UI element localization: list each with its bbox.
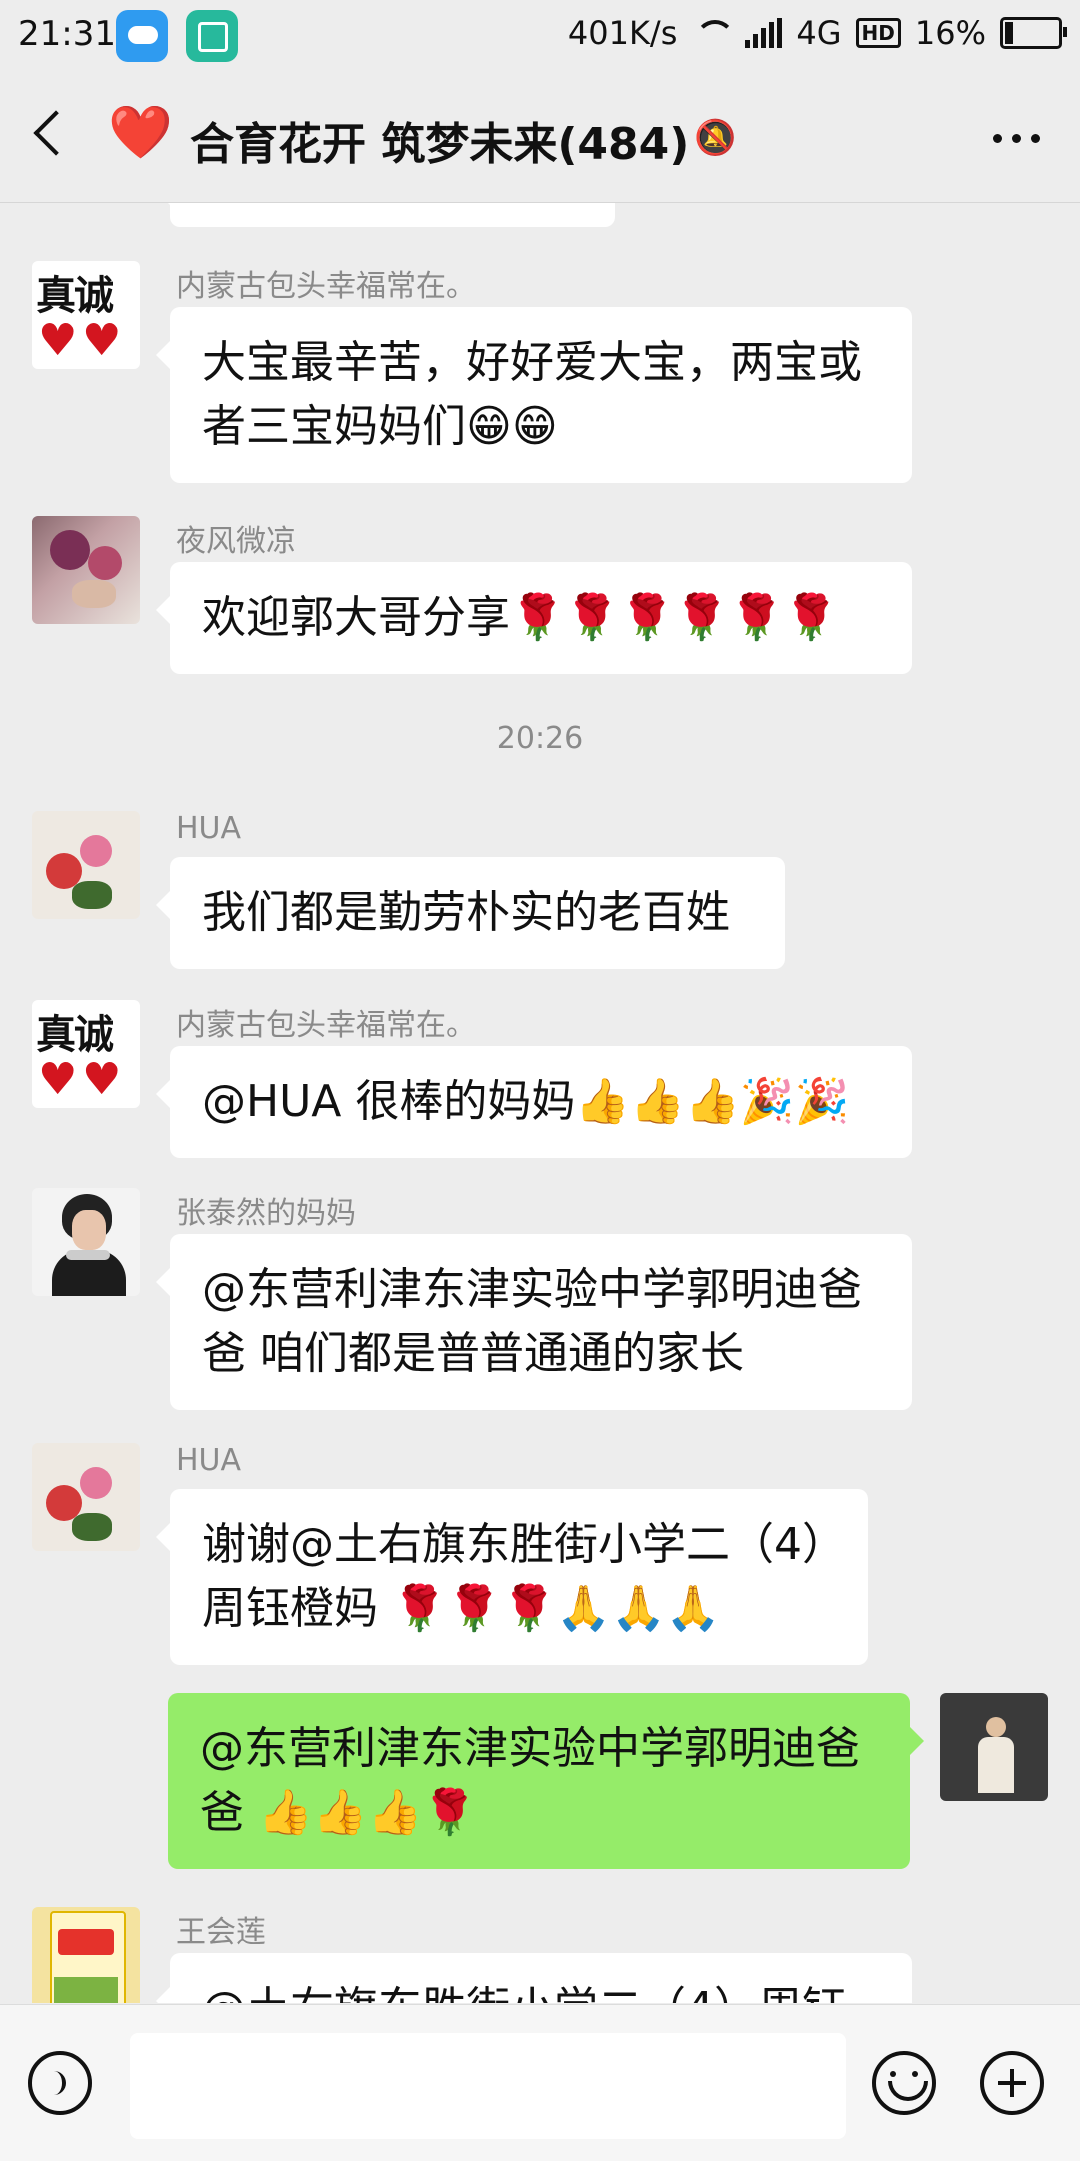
heart-icon: ♥	[82, 315, 122, 366]
more-icon[interactable]	[993, 134, 1040, 143]
avatar[interactable]: 真诚 ♥ ♥	[32, 261, 140, 369]
mute-icon: 🔕	[694, 118, 737, 158]
emoji-icon[interactable]	[872, 2051, 936, 2115]
avatar-text: 真诚	[36, 1011, 114, 1058]
chat-header: ❤️ 合育花开 筑梦未来(484) 🔕	[0, 72, 1080, 203]
avatar[interactable]	[32, 811, 140, 919]
weather-app-icon	[116, 10, 168, 62]
timestamp: 20:26	[496, 721, 584, 756]
message-bubble[interactable]: 我们都是勤劳朴实的老百姓	[156, 857, 785, 969]
wifi-icon	[691, 18, 736, 48]
sender-name: 王会莲	[176, 1915, 266, 1950]
message-bubble[interactable]: 大宝最辛苦，好好爱大宝，两宝或者三宝妈妈们😁😁	[156, 307, 912, 483]
heart-icon: ♥	[38, 1054, 78, 1105]
scan-app-icon	[186, 10, 238, 62]
avatar[interactable]	[32, 1443, 140, 1551]
voice-icon[interactable]	[28, 2051, 92, 2115]
message-bubble-partial[interactable]	[156, 203, 615, 227]
sender-name: 张泰然的妈妈	[176, 1196, 356, 1231]
avatar-text: 真诚	[36, 272, 114, 319]
avatar[interactable]	[32, 1188, 140, 1296]
avatar[interactable]	[32, 1907, 140, 2003]
sender-name: HUA	[176, 1443, 242, 1478]
heart-icon: ♥	[38, 315, 78, 366]
message-bubble-self[interactable]: @东营利津东津实验中学郭明迪爸爸 👍👍👍🌹	[168, 1693, 924, 1869]
plus-icon[interactable]	[980, 2051, 1044, 2115]
self-avatar[interactable]	[940, 1693, 1048, 1801]
battery-fill	[1005, 22, 1013, 44]
status-bar: 21:31 401K/s 4G HD 16%	[0, 0, 1080, 72]
avatar[interactable]	[32, 516, 140, 624]
signal-icon	[745, 18, 783, 48]
network-speed: 401K/s	[567, 14, 678, 52]
message-input[interactable]	[130, 2033, 846, 2139]
network-type: 4G	[796, 14, 842, 52]
message-list[interactable]: 真诚 ♥ ♥ 内蒙古包头幸福常在。 大宝最辛苦，好好爱大宝，两宝或者三宝妈妈们😁…	[0, 203, 1080, 2003]
hd-icon: HD	[855, 18, 901, 48]
message-bubble[interactable]: @东营利津东津实验中学郭明迪爸爸 咱们都是普普通通的家长	[156, 1234, 912, 1410]
avatar[interactable]: 真诚 ♥ ♥	[32, 1000, 140, 1108]
sender-name: 内蒙古包头幸福常在。	[176, 1008, 476, 1043]
heart-icon: ❤️	[108, 103, 173, 163]
sender-name: 夜风微凉	[176, 524, 296, 559]
input-bar	[0, 2004, 1080, 2161]
battery-percent: 16%	[914, 14, 986, 52]
status-indicators: 401K/s 4G HD 16%	[567, 14, 1067, 52]
battery-icon	[1000, 17, 1067, 49]
sender-name: 内蒙古包头幸福常在。	[176, 269, 476, 304]
status-time: 21:31	[18, 14, 116, 54]
sender-name: HUA	[176, 811, 242, 846]
chat-title[interactable]: 合育花开 筑梦未来(484)	[190, 108, 689, 172]
message-bubble[interactable]: 欢迎郭大哥分享🌹🌹🌹🌹🌹🌹	[156, 562, 912, 674]
heart-icon: ♥	[82, 1054, 122, 1105]
back-icon[interactable]	[33, 110, 79, 156]
message-bubble[interactable]: @HUA 很棒的妈妈👍👍👍🎉🎉	[156, 1046, 912, 1158]
message-bubble[interactable]: @土右旗东胜街小学二（4）周钰	[156, 1953, 912, 2003]
message-bubble[interactable]: 谢谢@土右旗东胜街小学二（4）周钰橙妈 🌹🌹🌹🙏🙏🙏	[156, 1489, 868, 1665]
